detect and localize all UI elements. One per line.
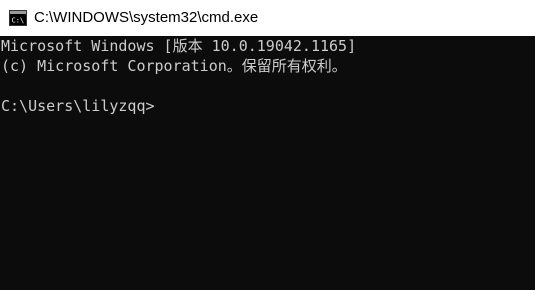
console-prompt[interactable]: C:\Users\lilyzqq>	[0, 96, 535, 116]
console-output[interactable]: Microsoft Windows [版本 10.0.19042.1165] (…	[0, 36, 535, 290]
console-line-version: Microsoft Windows [版本 10.0.19042.1165]	[1, 37, 357, 55]
cmd-icon[interactable]: C:\	[9, 10, 27, 26]
window-title: C:\WINDOWS\system32\cmd.exe	[34, 9, 259, 26]
console-line-blank	[0, 76, 535, 96]
svg-text:C:\: C:\	[12, 17, 25, 25]
cmd-window: C:\ C:\WINDOWS\system32\cmd.exe Microsof…	[0, 0, 535, 290]
title-bar[interactable]: C:\ C:\WINDOWS\system32\cmd.exe	[0, 0, 535, 36]
console-line-copyright: (c) Microsoft Corporation。保留所有权利。	[1, 57, 347, 75]
